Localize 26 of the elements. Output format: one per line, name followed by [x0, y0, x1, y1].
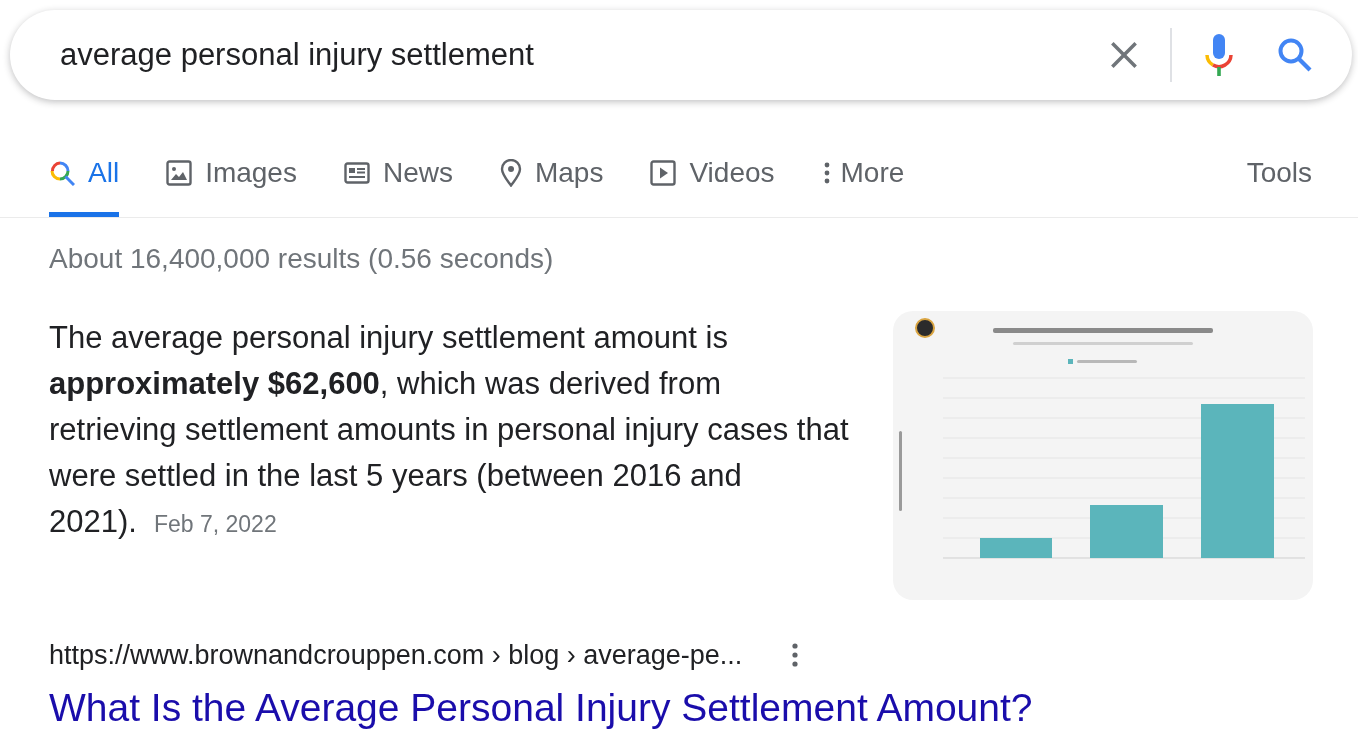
play-icon — [650, 160, 677, 186]
more-dots-icon — [823, 162, 830, 184]
image-icon — [166, 160, 193, 186]
result-menu-button[interactable] — [792, 643, 799, 667]
tools-button[interactable]: Tools — [1246, 153, 1312, 217]
more-dots-icon — [792, 643, 799, 667]
snippet-text: The average personal injury settlement amount is approximately $62,600, which was derived from retrieving settlement amounts in personal injury cases that were settled in the last 5 years (between 2016 and 2021). Feb 7, 2022 — [49, 319, 850, 541]
result-stats: About 16,400,000 results (0.56 seconds) — [49, 243, 554, 275]
tab[interactable]: Videos — [650, 153, 775, 217]
voice-search-button[interactable] — [1204, 34, 1234, 76]
result-title-link[interactable]: What Is the Average Personal Injury Settlement Amount? — [49, 686, 1033, 730]
close-icon — [1110, 41, 1138, 69]
search-icon — [49, 160, 75, 186]
newspaper-icon — [343, 162, 370, 184]
tab[interactable]: More — [821, 153, 905, 217]
tab[interactable]: All — [49, 153, 120, 217]
microphone-icon — [1204, 34, 1234, 76]
clear-button[interactable] — [1109, 40, 1139, 70]
search-icon — [1278, 38, 1312, 72]
tab[interactable]: Maps — [499, 153, 604, 217]
search-field[interactable]: average personal injury settlement — [60, 35, 1109, 75]
tab[interactable]: Images — [166, 153, 297, 217]
result-url[interactable]: https://www.brownandcrouppen.com › blog › average-pe... — [49, 639, 743, 671]
search-button[interactable] — [1278, 38, 1312, 72]
map-pin-icon — [499, 159, 522, 187]
tab[interactable]: News — [343, 153, 453, 217]
